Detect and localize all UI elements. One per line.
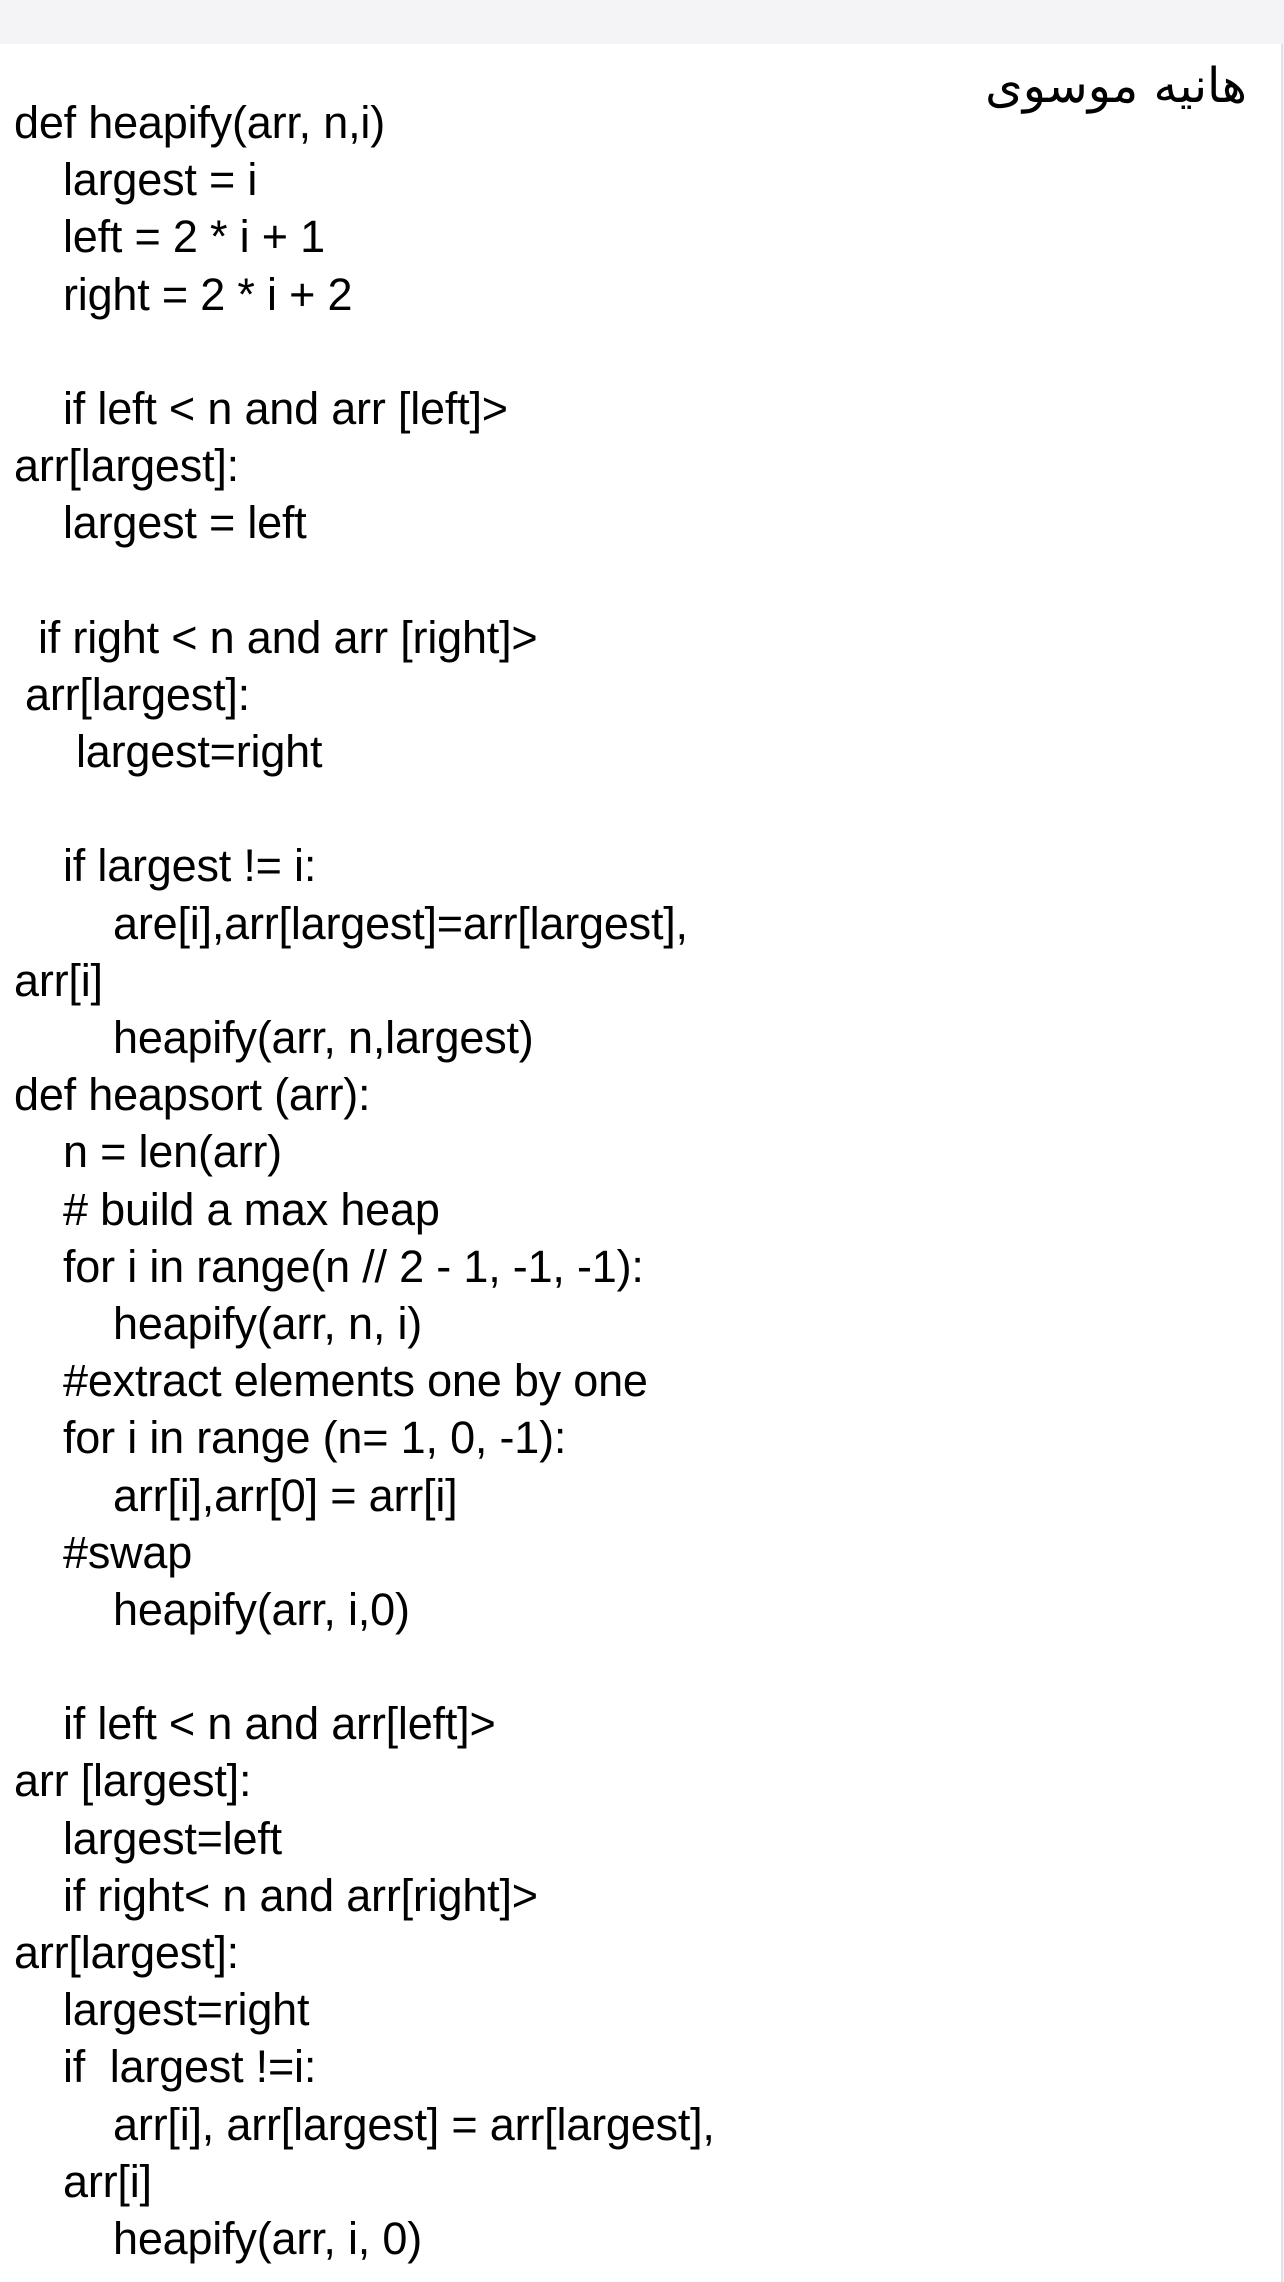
note-line: heapify(arr, n, i) — [113, 1297, 423, 1349]
note-line: arr[largest]: — [14, 1927, 239, 1978]
note-line — [0, 552, 1260, 609]
note-line: if largest !=i: — [63, 2041, 317, 2093]
note-line: for i in range(n // 2 - 1, -1, -1): — [63, 1240, 644, 1292]
note-line: largest=left — [63, 1812, 282, 1864]
note-line: are[i],arr[largest]=arr[largest], — [113, 897, 688, 949]
note-line: def heapsort (arr): — [14, 1069, 371, 1121]
note-line: largest=right — [63, 1984, 310, 2036]
note-line: for i in range (n= 1, 0, -1): — [63, 1412, 567, 1464]
note-line: if left < n and arr[left]> — [63, 1698, 496, 1750]
note-line: arr[largest]: — [14, 440, 239, 492]
note-line: right = 2 * i + 2 — [63, 268, 353, 320]
note-line: heapify(arr, i,0) — [113, 1583, 410, 1635]
code-text[interactable]: def heapify(arr, n,i) largest = i left =… — [0, 94, 1260, 2267]
note-line: n = len(arr) — [63, 1126, 282, 1178]
note-line: #extract elements one by one — [63, 1355, 648, 1407]
note-line: if largest != i: — [63, 840, 317, 892]
top-strip — [0, 0, 1284, 44]
note-line — [0, 780, 1260, 837]
note-body[interactable]: هانیه موسوی def heapify(arr, n,i) larges… — [0, 44, 1283, 2282]
note-line: # build a max heap — [63, 1183, 440, 1235]
note-line: arr[i] — [14, 954, 103, 1006]
note-line: arr[i] — [63, 2155, 152, 2207]
note-line: heapify(arr, i, 0) — [113, 2212, 423, 2264]
note-line — [0, 323, 1260, 380]
note-line: if right < n and arr [right]> — [38, 611, 538, 663]
note-line: largest=right — [76, 726, 323, 778]
note-line: largest = left — [63, 497, 307, 549]
note-line: #swap — [63, 1526, 193, 1578]
note-line — [0, 1638, 1260, 1695]
note-line: largest = i — [63, 154, 258, 206]
note-line: def heapify(arr, n,i) — [14, 97, 385, 148]
note-line: arr[largest]: — [25, 668, 250, 720]
note-line: arr [largest]: — [14, 1755, 252, 1807]
note-line: arr[i], arr[largest] = arr[largest], — [113, 2098, 715, 2150]
note-line: heapify(arr, n,largest) — [113, 1012, 534, 1063]
note-line: arr[i],arr[0] = arr[i] — [113, 1469, 458, 1521]
note-line: if left < n and arr [left]> — [63, 382, 508, 434]
note-line: if right< n and arr[right]> — [63, 1869, 538, 1921]
note-line: left = 2 * i + 1 — [63, 211, 325, 263]
